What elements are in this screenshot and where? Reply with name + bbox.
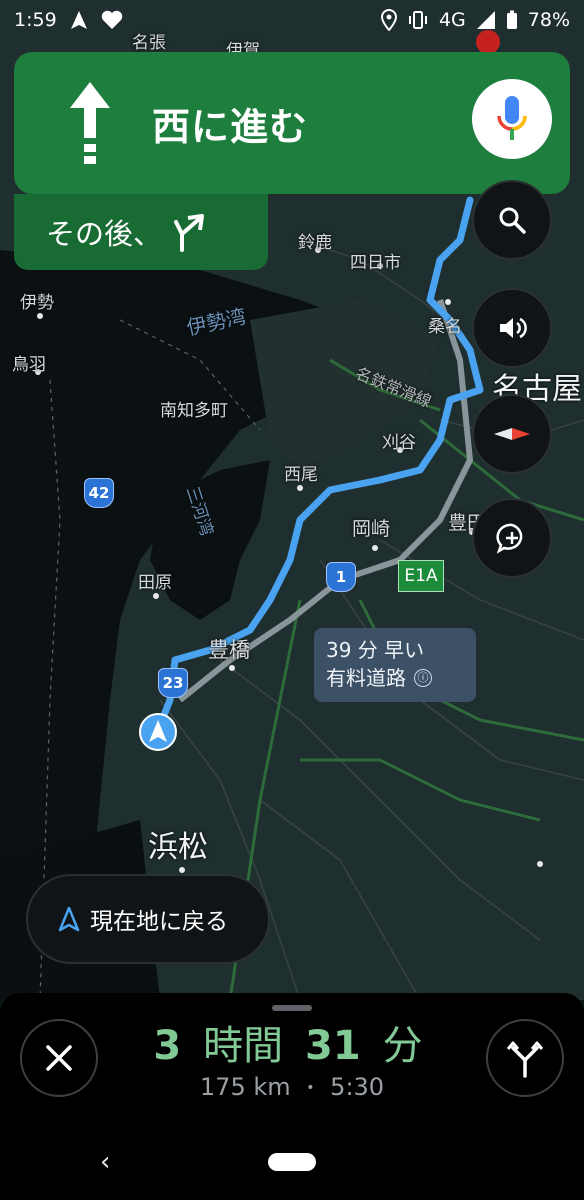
search-button[interactable] [472,180,552,260]
eta-hours: 3 [153,1023,182,1069]
expressway-shield: E1A [398,560,444,592]
location-icon [380,9,397,31]
map-label-ise: 伊勢 [20,293,54,313]
sound-button[interactable] [472,288,552,368]
trip-summary-sheet[interactable]: 3 時間 31 分 175 km • 5:30 ‹ [0,993,584,1200]
trip-distance: 175 km [199,1073,291,1101]
map-label-kariya: 刈谷 [382,433,416,453]
recenter-label: 現在地に戻る [90,909,228,935]
vibrate-icon [408,11,427,29]
next-instruction-banner[interactable]: その後、 [14,194,268,270]
microphone-icon [497,96,527,140]
battery-icon [506,10,517,29]
alternate-routes-button[interactable] [486,1019,564,1097]
map-label-hamamatsu: 浜松 [148,830,208,865]
straight-arrow-icon [70,82,110,164]
compass-button[interactable] [472,394,552,474]
heart-icon [101,10,122,29]
navigation-instruction-banner[interactable]: 西に進む [14,52,570,194]
arrival-time: 5:30 [330,1073,385,1101]
map-label-toyohashi: 豊橋 [208,638,250,662]
callout-toll-road: 有料道路 [326,666,406,690]
route-1-shield: 1 [326,562,356,592]
toll-info-icon: ⓘ [414,669,432,687]
recenter-button[interactable]: 現在地に戻る [26,874,270,964]
signal-icon [476,11,495,29]
then-label: その後、 [46,217,163,251]
sheet-drag-handle[interactable] [272,1005,312,1011]
fork-right-icon [174,214,205,252]
map-label-suzuka: 鈴鹿 [298,233,332,253]
system-navigation-bar: ‹ [0,1143,584,1200]
trip-separator: • [306,1080,315,1096]
status-bar: 1:59 4G 78% [0,0,584,40]
home-button[interactable] [268,1153,316,1171]
instruction-text: 西に進む [152,104,309,149]
report-button[interactable] [472,498,552,578]
eta-minutes-unit: 分 [382,1023,423,1069]
eta-minutes: 31 [305,1023,361,1069]
map-label-nishio: 西尾 [284,465,318,485]
alternate-route-callout[interactable]: 39 分 早い 有料道路 ⓘ [314,628,476,702]
map-label-tahara: 田原 [138,573,172,593]
back-button[interactable]: ‹ [100,1147,110,1177]
status-time: 1:59 [14,9,57,31]
compass-icon [494,428,530,440]
route-42-shield: 42 [84,478,114,508]
voice-search-button[interactable] [472,79,552,159]
search-icon [499,207,526,234]
network-type: 4G [438,9,466,31]
volume-icon [500,317,527,339]
map-label-yokkaichi: 四日市 [350,253,401,273]
map-label-kuwana: 桑名 [428,317,462,337]
map-label-toba: 鳥羽 [12,355,46,375]
eta-hours-unit: 時間 [203,1023,284,1069]
map-label-okazaki: 岡崎 [352,518,391,540]
alt-route-icon [506,1041,544,1078]
navigation-arrow-icon [70,11,87,29]
navigation-arrow-icon [58,906,80,932]
current-location-marker [139,713,177,751]
callout-time-saved: 39 分 早い [326,638,425,662]
route-23-shield: 23 [158,668,188,698]
map-label-minamichita: 南知多町 [160,401,228,421]
add-comment-icon [496,523,523,554]
battery-level: 78% [527,9,570,31]
